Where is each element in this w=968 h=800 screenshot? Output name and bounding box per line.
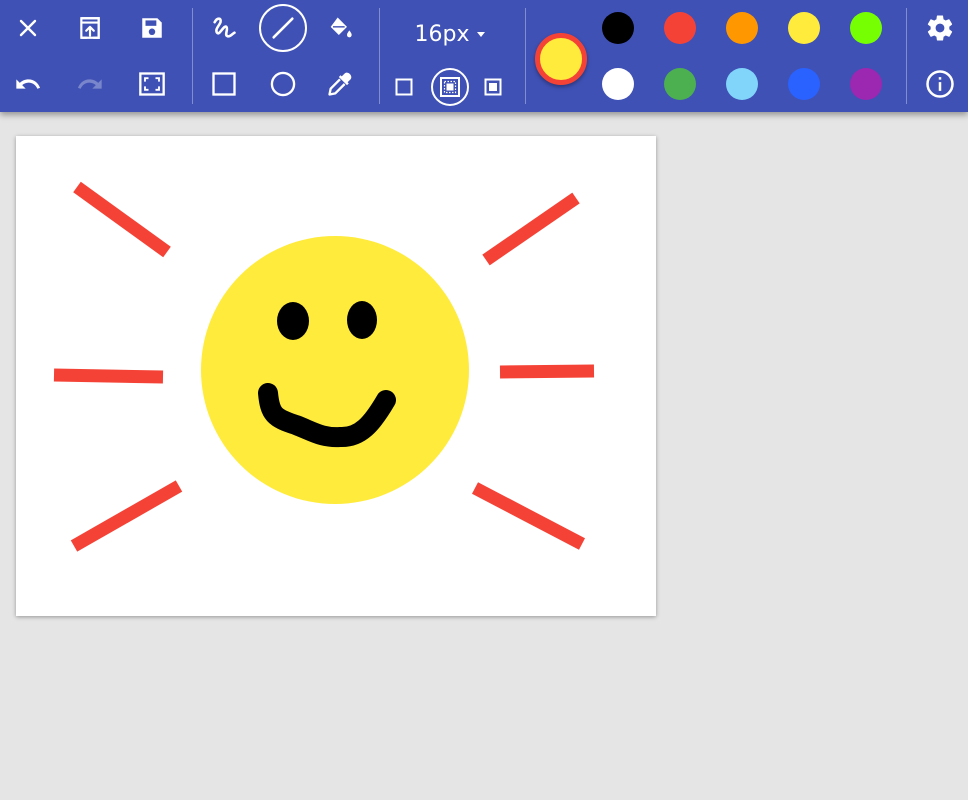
brush-size-select[interactable]: 16px [402, 14, 498, 54]
sun-ray [482, 192, 580, 266]
color-swatch-green[interactable] [664, 68, 696, 100]
rectangle-icon [212, 72, 236, 96]
chevron-down-icon [477, 31, 486, 37]
color-swatch-blue[interactable] [788, 68, 820, 100]
settings-button[interactable] [920, 8, 960, 48]
color-swatch-orange[interactable] [726, 12, 758, 44]
color-swatch-light-blue[interactable] [726, 68, 758, 100]
eyedropper-icon [328, 72, 352, 96]
gear-icon [927, 15, 953, 41]
drawing-surface[interactable] [16, 136, 656, 616]
brush-size-value: 16px [414, 21, 470, 47]
fill-tool-button[interactable] [320, 8, 360, 48]
close-button[interactable] [8, 8, 48, 48]
sun-ray [70, 480, 183, 552]
undo-icon [16, 79, 41, 89]
drawing-canvas[interactable] [16, 136, 656, 616]
toolbar-separator [525, 8, 526, 104]
left-eye [277, 302, 309, 340]
color-swatch-lime[interactable] [850, 12, 882, 44]
line-icon [272, 17, 294, 39]
outline-fill-mode-button[interactable] [431, 68, 469, 106]
freehand-tool-button[interactable] [204, 8, 244, 48]
fill-bucket-icon [330, 17, 352, 38]
open-button[interactable] [70, 8, 110, 48]
info-button[interactable] [920, 64, 960, 104]
outline-mode-button[interactable] [385, 68, 423, 106]
info-icon [926, 70, 954, 98]
toolbar-separator [906, 8, 907, 104]
filled-square-icon [484, 78, 502, 96]
save-button[interactable] [132, 8, 172, 48]
color-swatch-black[interactable] [602, 12, 634, 44]
sun-circle [201, 236, 469, 504]
fit-screen-icon [139, 72, 165, 96]
ellipse-tool-button[interactable] [263, 64, 303, 104]
save-icon [142, 18, 162, 38]
rectangle-tool-button[interactable] [204, 64, 244, 104]
color-swatch-red[interactable] [664, 12, 696, 44]
eyedropper-tool-button[interactable] [320, 64, 360, 104]
toolbar: 16px [0, 0, 968, 112]
open-file-icon [80, 17, 100, 39]
current-color-button[interactable] [535, 33, 587, 85]
ellipse-icon [270, 71, 296, 97]
toolbar-separator [192, 8, 193, 104]
redo-icon [77, 79, 102, 89]
sun-ray [471, 482, 586, 550]
fit-screen-button[interactable] [132, 64, 172, 104]
undo-button[interactable] [8, 64, 48, 104]
close-icon [19, 19, 37, 37]
freehand-icon [213, 17, 236, 38]
redo-button[interactable] [70, 64, 110, 104]
sun-ray [53, 368, 164, 384]
color-swatch-white[interactable] [602, 68, 634, 100]
sun-ray [499, 364, 595, 379]
color-swatch-purple[interactable] [850, 68, 882, 100]
color-swatch-yellow[interactable] [788, 12, 820, 44]
toolbar-separator [379, 8, 380, 104]
line-tool-button[interactable] [259, 4, 307, 52]
right-eye [347, 301, 377, 339]
fill-mode-button[interactable] [474, 68, 512, 106]
outline-square-icon [395, 78, 413, 96]
sun-ray [73, 181, 171, 258]
outline-fill-square-icon [440, 77, 460, 97]
